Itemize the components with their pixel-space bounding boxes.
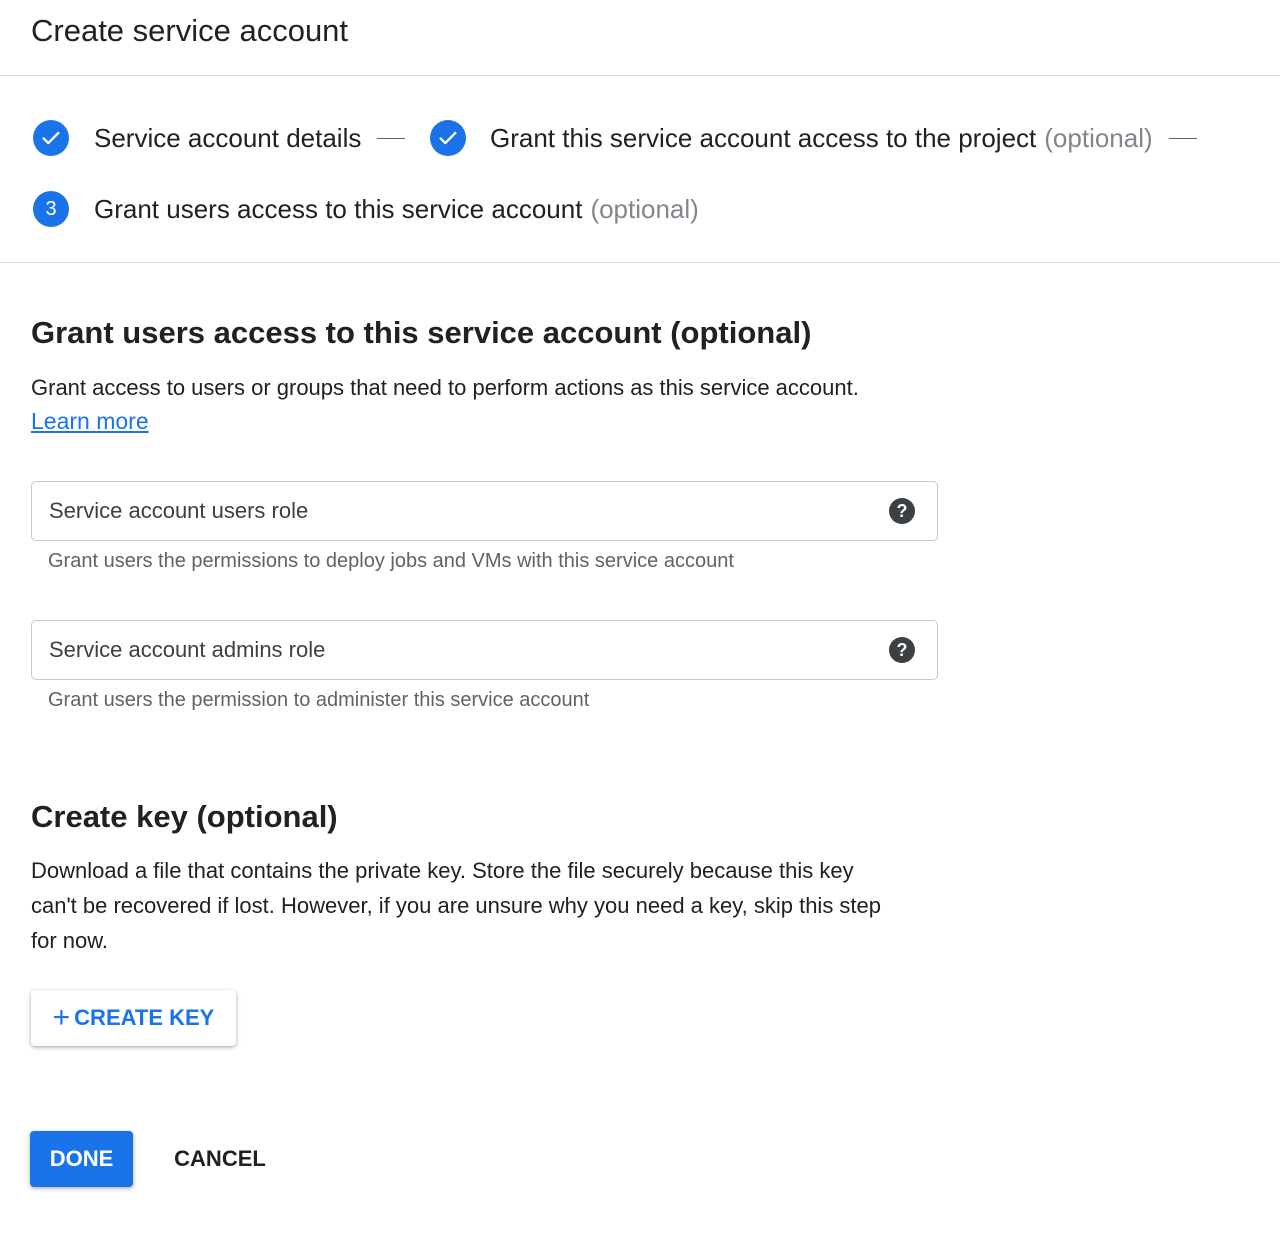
done-button[interactable]: DONE	[30, 1131, 133, 1187]
step-service-account-details[interactable]: Service account details	[33, 120, 406, 156]
description-line: for now.	[31, 928, 109, 953]
key-section-description: Download a file that contains the privat…	[31, 853, 881, 958]
key-section-title: Create key (optional)	[31, 799, 338, 834]
step-label: Grant users access to this service accou…	[94, 193, 583, 224]
grant-section-title: Grant users access to this service accou…	[31, 315, 812, 350]
step-number-badge: 3	[33, 191, 69, 227]
field-label: Service account users role	[49, 498, 309, 523]
create-key-button[interactable]: + CREATE KEY	[31, 990, 236, 1046]
step-label: Service account details	[94, 122, 362, 153]
service-account-users-role-field[interactable]: Service account users role ?	[31, 481, 938, 541]
grant-section-description: Grant access to users or groups that nee…	[31, 375, 859, 400]
field-hint: Grant users the permissions to deploy jo…	[48, 550, 734, 572]
step-grant-users-access[interactable]: 3 Grant users access to this service acc…	[33, 191, 699, 227]
service-account-admins-role-field[interactable]: Service account admins role ?	[31, 620, 938, 680]
page-title: Create service account	[31, 13, 349, 48]
field-hint: Grant users the permission to administer…	[48, 689, 590, 711]
create-key-label: CREATE KEY	[74, 1005, 215, 1030]
step-divider	[1168, 137, 1197, 139]
stepper: Service account details Grant this servi…	[0, 76, 1280, 263]
help-icon[interactable]: ?	[889, 637, 915, 663]
check-icon	[430, 120, 466, 156]
field-label: Service account admins role	[49, 637, 326, 662]
description-line: Download a file that contains the privat…	[31, 858, 854, 883]
step-grant-project-access[interactable]: Grant this service account access to the…	[430, 120, 1197, 156]
cancel-button[interactable]: CANCEL	[160, 1131, 280, 1187]
step-divider	[377, 137, 406, 139]
page-header: Create service account	[0, 0, 1280, 76]
check-icon	[33, 120, 69, 156]
help-icon[interactable]: ?	[889, 498, 915, 524]
plus-icon: +	[52, 1001, 71, 1034]
step-optional-tag: (optional)	[590, 193, 699, 224]
learn-more-link[interactable]: Learn more	[31, 408, 149, 435]
step-optional-tag: (optional)	[1044, 122, 1153, 153]
step-label: Grant this service account access to the…	[490, 122, 1037, 153]
description-line: can't be recovered if lost. However, if …	[31, 893, 882, 918]
